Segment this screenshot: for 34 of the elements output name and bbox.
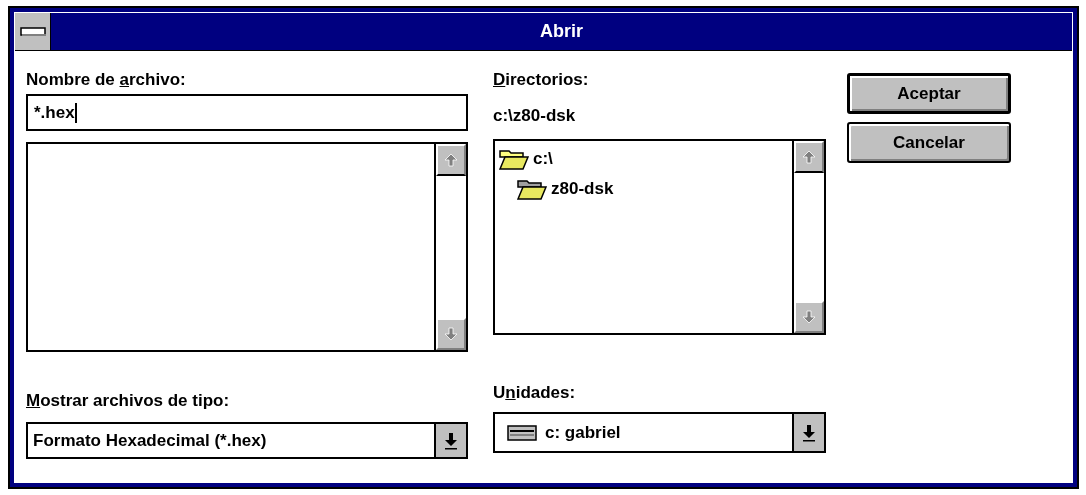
hard-drive-icon: [507, 424, 537, 441]
system-menu-icon: [19, 26, 46, 37]
window-title: Abrir: [539, 20, 584, 43]
field-label: Directorios:: [493, 69, 590, 91]
directory-item[interactable]: c:\: [499, 144, 792, 174]
down-arrow-icon: [444, 327, 458, 341]
text-cursor: [74, 102, 77, 123]
field-label: Nombre de archivo:: [26, 69, 187, 91]
dialog-button[interactable]: Cancelar: [847, 122, 1011, 163]
scroll-up-button[interactable]: [436, 144, 466, 176]
dropdown-button[interactable]: [792, 414, 824, 451]
up-arrow-icon: [802, 150, 816, 164]
file-list[interactable]: [26, 142, 468, 352]
directory-item[interactable]: z80-dsk: [499, 174, 792, 204]
up-arrow-icon: [444, 153, 458, 167]
field-label: Unidades:: [493, 382, 577, 404]
field-value: *.hex: [34, 101, 75, 124]
file-name-field[interactable]: *.hex: [26, 94, 468, 131]
dialog-button[interactable]: Aceptar: [847, 73, 1011, 114]
down-arrow-icon: [802, 423, 816, 442]
down-arrow-icon: [802, 310, 816, 324]
directory-list[interactable]: c:\ z80-dsk: [493, 139, 826, 335]
scroll-down-button[interactable]: [436, 318, 466, 350]
drive-dropdown[interactable]: c: gabriel: [493, 412, 826, 453]
field-label: Mostrar archivos de tipo:: [26, 390, 231, 412]
down-arrow-icon: [444, 431, 458, 450]
scroll-up-button[interactable]: [794, 141, 824, 173]
scroll-down-button[interactable]: [794, 301, 824, 333]
current-path: c:\z80-dsk: [493, 105, 577, 127]
system-menu-button[interactable]: [15, 13, 51, 50]
dropdown-button[interactable]: [434, 424, 466, 457]
file-type-dropdown[interactable]: Formato Hexadecimal (*.hex): [26, 422, 468, 459]
folder-icon: [499, 148, 529, 170]
folder-icon: [517, 178, 547, 200]
